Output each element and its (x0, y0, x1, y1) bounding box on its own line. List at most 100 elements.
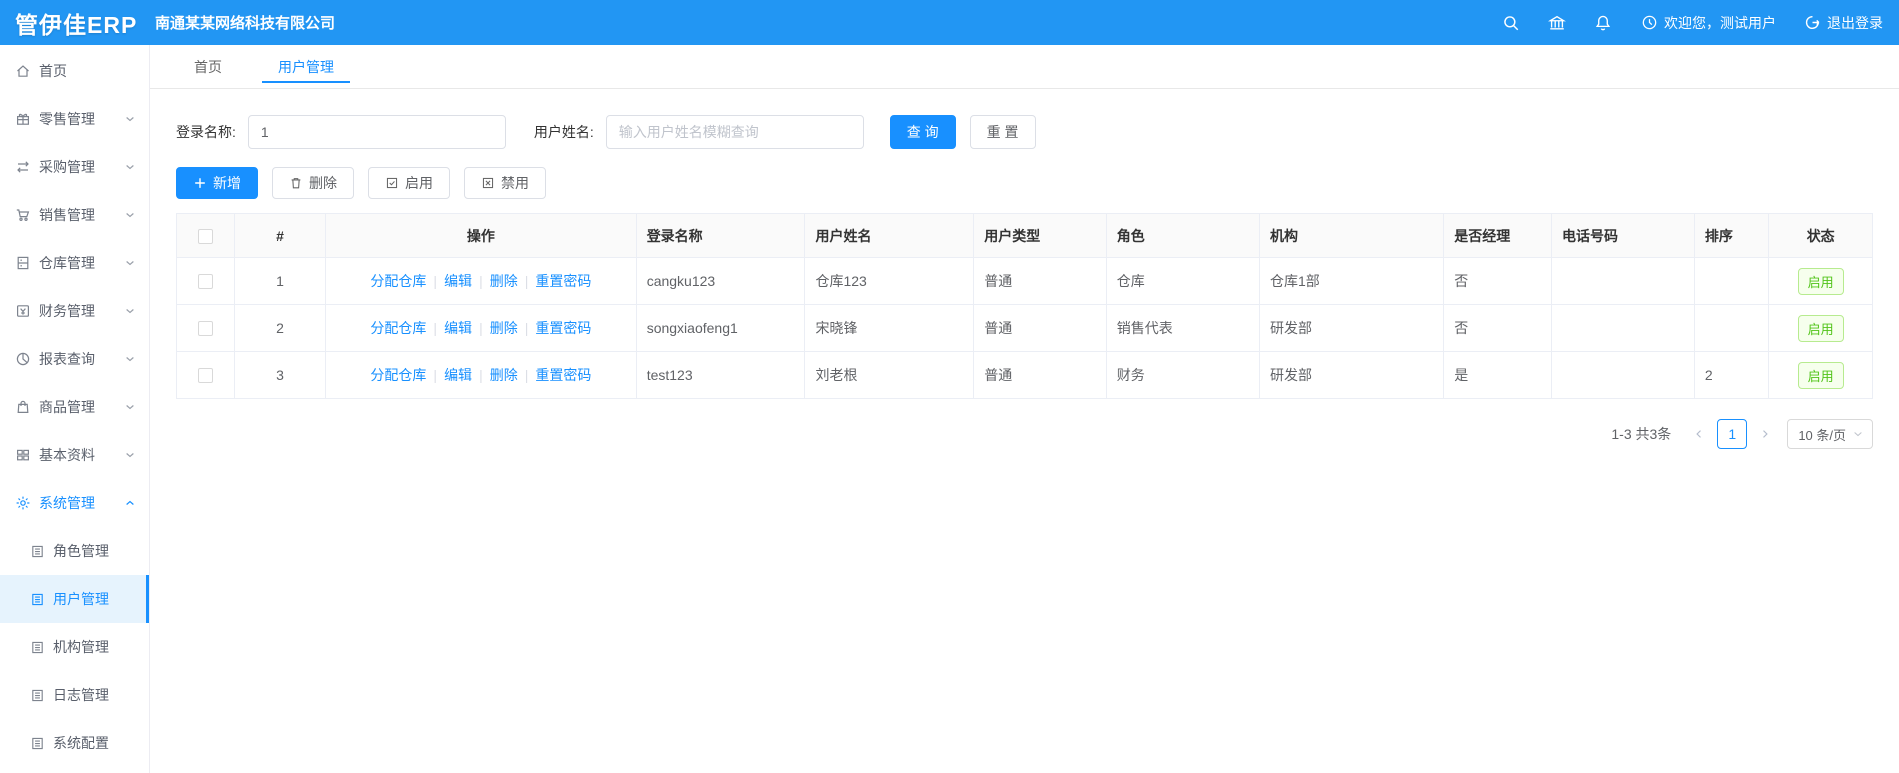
sidebar-item-reports[interactable]: 报表查询 (0, 335, 149, 383)
sidebar-subitem-label: 机构管理 (53, 639, 109, 655)
pagination: 1-3 共3条 1 10 条/页 (176, 419, 1873, 449)
add-button[interactable]: 新增 (176, 167, 258, 199)
logout-button[interactable]: 退出登录 (1804, 13, 1883, 33)
chevron-down-icon (124, 257, 136, 269)
warehouse-icon (15, 255, 31, 271)
sidebar-item-basedata[interactable]: 基本资料 (0, 431, 149, 479)
col-login: 登录名称 (635, 213, 806, 258)
next-page-button[interactable] (1751, 420, 1779, 448)
select-all-checkbox[interactable] (197, 228, 213, 244)
op-separator: | (479, 273, 483, 289)
sidebar-item-label: 系统管理 (39, 495, 95, 511)
sidebar-item-label: 采购管理 (39, 159, 95, 175)
cell-org: 研发部 (1258, 351, 1445, 399)
table-row: 1 分配仓库 | 编辑 | 删除 | 重置密码 cangku123 仓库123 普通 仓库 … (176, 257, 1873, 305)
sidebar-item-products[interactable]: 商品管理 (0, 383, 149, 431)
sidebar-subitem-users[interactable]: 用户管理 (0, 575, 149, 623)
tab-user-management[interactable]: 用户管理 (262, 45, 350, 88)
op-separator: | (433, 320, 438, 336)
page-number-1[interactable]: 1 (1717, 419, 1748, 449)
enable-button[interactable]: 启用 (368, 167, 450, 199)
page-size-select[interactable]: 10 条/页 (1787, 419, 1873, 449)
sidebar-item-finance[interactable]: 财务管理 (0, 287, 149, 335)
sidebar-item-retail[interactable]: 零售管理 (0, 95, 149, 143)
status-badge: 启用 (1797, 314, 1844, 342)
cell-phone (1550, 351, 1695, 399)
cell-type: 普通 (973, 304, 1107, 352)
bell-icon[interactable] (1593, 13, 1613, 33)
op-separator: | (524, 320, 529, 336)
op-separator: | (479, 320, 483, 336)
sidebar-item-warehouse[interactable]: 仓库管理 (0, 239, 149, 287)
delete-link[interactable]: 删除 (490, 320, 518, 336)
cell-login: cangku123 (635, 257, 806, 305)
search-icon[interactable] (1501, 13, 1521, 33)
chevron-down-icon (124, 305, 136, 317)
table-toolbar: 新增 删除 启用 禁用 (176, 167, 1873, 199)
sidebar-item-purchase[interactable]: 采购管理 (0, 143, 149, 191)
bag-icon (15, 399, 31, 415)
sidebar-subitem-orgs[interactable]: 机构管理 (0, 623, 149, 671)
sidebar-subitem-logs[interactable]: 日志管理 (0, 671, 149, 719)
delete-link[interactable]: 删除 (490, 367, 518, 383)
assign-warehouse-link[interactable]: 分配仓库 (370, 273, 426, 289)
page-content: 登录名称: 用户姓名: 查 询 重 置 新增 (150, 89, 1899, 449)
user-name-label: 用户姓名: (533, 124, 594, 140)
cell-phone (1550, 304, 1695, 352)
sidebar-item-label: 商品管理 (39, 399, 95, 415)
reset-button[interactable]: 重 置 (969, 115, 1036, 149)
company-name: 南通某某网络科技有限公司 (155, 15, 336, 32)
sidebar-subitem-label: 系统配置 (53, 735, 109, 751)
edit-link[interactable]: 编辑 (444, 320, 472, 336)
user-name-input[interactable] (605, 115, 864, 149)
login-name-input[interactable] (247, 115, 506, 149)
cell-index: 1 (233, 257, 327, 305)
status-badge: 启用 (1797, 361, 1844, 389)
row-checkbox[interactable] (197, 368, 213, 384)
assign-warehouse-link[interactable]: 分配仓库 (370, 320, 426, 336)
row-checkbox[interactable] (197, 321, 213, 337)
op-separator: | (524, 273, 529, 289)
search-form: 登录名称: 用户姓名: 查 询 重 置 (176, 115, 1873, 149)
cell-org: 仓库1部 (1258, 257, 1445, 305)
welcome-user[interactable]: 欢迎您，测试用户 (1641, 13, 1776, 33)
sidebar-item-label: 财务管理 (39, 303, 95, 319)
col-name: 用户姓名 (804, 213, 975, 258)
check-square-icon (385, 176, 399, 190)
sidebar-item-sales[interactable]: 销售管理 (0, 191, 149, 239)
assign-warehouse-link[interactable]: 分配仓库 (370, 367, 426, 383)
sidebar-subitem-label: 用户管理 (53, 591, 109, 607)
reset-password-link[interactable]: 重置密码 (535, 273, 591, 289)
sidebar-subitem-config[interactable]: 系统配置 (0, 719, 149, 767)
cell-name: 刘老根 (804, 351, 975, 399)
op-separator: | (524, 367, 529, 383)
edit-link[interactable]: 编辑 (444, 367, 472, 383)
sidebar-item-system[interactable]: 系统管理 (0, 479, 149, 527)
cell-manager: 否 (1443, 257, 1552, 305)
disable-button[interactable]: 禁用 (464, 167, 546, 199)
cell-ops: 分配仓库 | 编辑 | 删除 | 重置密码 (325, 257, 637, 305)
delete-button[interactable]: 删除 (272, 167, 354, 199)
users-table: # 操作 登录名称 用户姓名 用户类型 角色 机构 是否经理 电话号码 排序 状… (176, 213, 1873, 399)
col-org: 机构 (1258, 213, 1445, 258)
chevron-down-icon (124, 161, 136, 173)
tab-home[interactable]: 首页 (178, 45, 238, 88)
status-badge: 启用 (1797, 267, 1844, 295)
prev-page-button[interactable] (1685, 420, 1713, 448)
query-button[interactable]: 查 询 (889, 115, 956, 149)
cell-sort (1693, 257, 1770, 305)
bank-icon[interactable] (1547, 13, 1567, 33)
cell-role: 财务 (1105, 351, 1260, 399)
reset-password-link[interactable]: 重置密码 (535, 320, 591, 336)
reset-password-link[interactable]: 重置密码 (535, 367, 591, 383)
edit-link[interactable]: 编辑 (444, 273, 472, 289)
row-checkbox[interactable] (197, 274, 213, 290)
document-icon (30, 688, 45, 703)
tab-label: 用户管理 (278, 58, 334, 75)
sidebar-subitem-roles[interactable]: 角色管理 (0, 527, 149, 575)
delete-link[interactable]: 删除 (490, 273, 518, 289)
pagination-total: 1-3 共3条 (1611, 426, 1672, 442)
cell-name: 宋晓锋 (804, 304, 975, 352)
sidebar-item-home[interactable]: 首页 (0, 47, 149, 95)
cell-login: test123 (635, 351, 806, 399)
